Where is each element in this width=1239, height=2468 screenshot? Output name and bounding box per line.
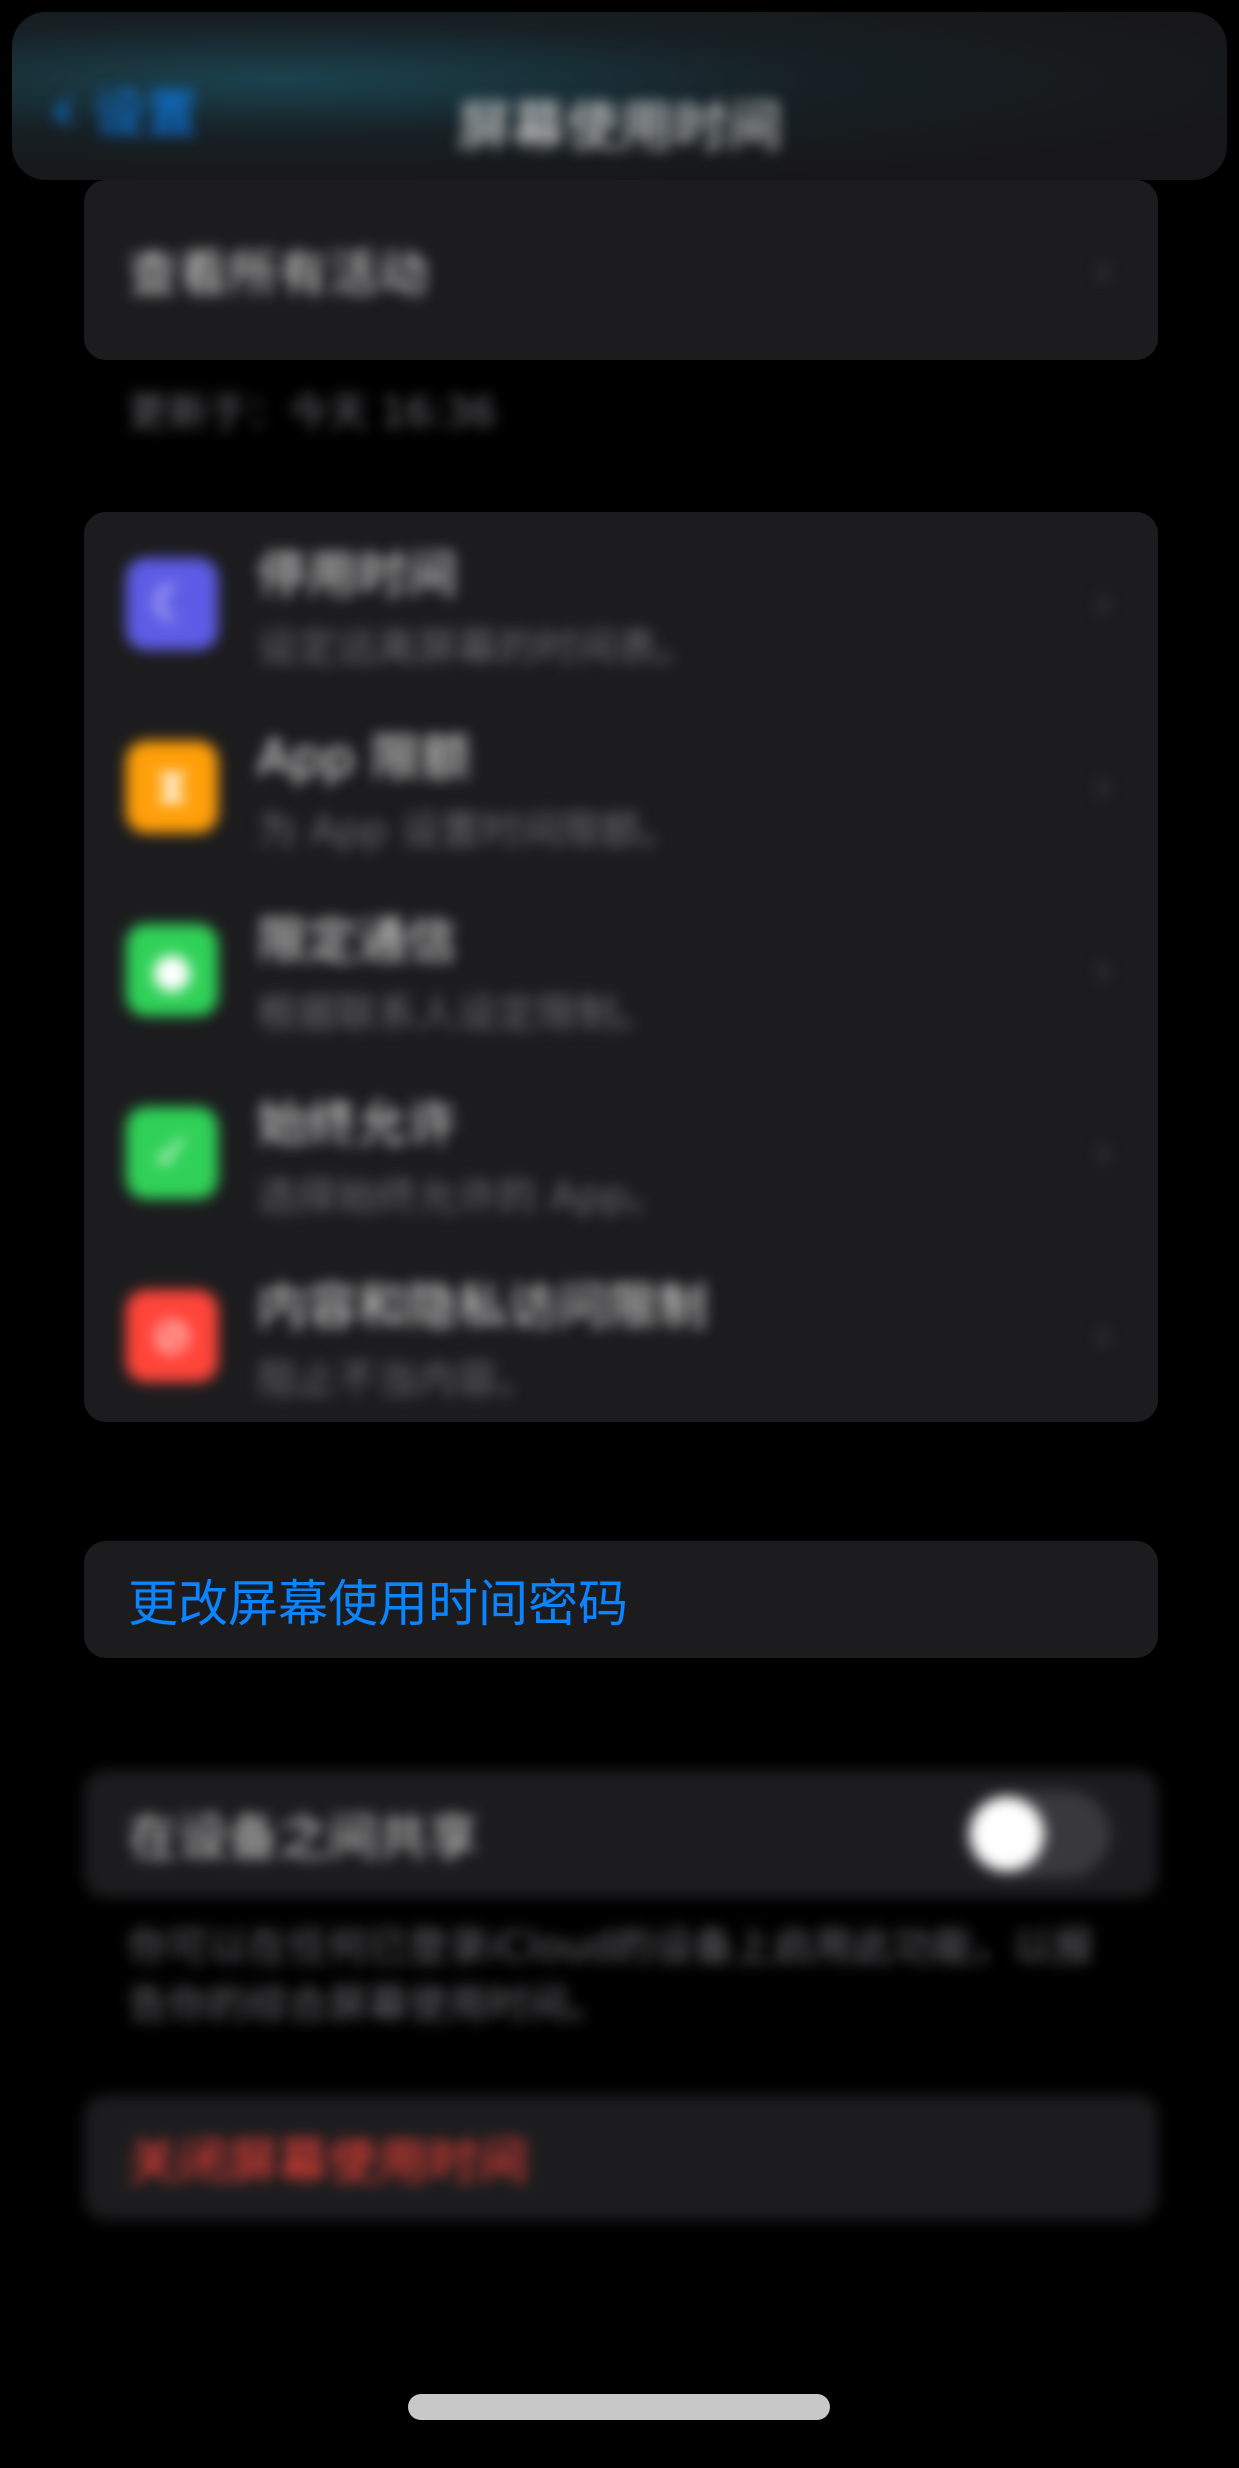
chevron-right-icon: › [1094,944,1112,995]
no-entry-icon: ⊘ [126,1289,218,1382]
always-allowed-title: 始终允许 [257,1094,457,1153]
communication-limits-row[interactable]: ● 限定通信 根据联系人设定限制。 › [84,878,1158,1061]
turn-off-card: 关闭屏幕使用时间 [84,2095,1158,2220]
share-toggle[interactable] [964,1791,1110,1877]
share-card: 在设备之间共享 [84,1770,1158,1898]
turn-off-label: 关闭屏幕使用时间 [128,2132,528,2191]
downtime-row[interactable]: ☾ 停用时间 设定远离屏幕的时间表。 › [84,512,1158,695]
turn-off-screen-time-button[interactable]: 关闭屏幕使用时间 [84,2095,1158,2220]
home-indicator [408,2394,830,2420]
chevron-right-icon: › [1094,1127,1112,1178]
chevron-right-icon: › [1094,1310,1112,1361]
view-all-activity-label: 查看所有活动 [128,245,428,303]
page-title: 屏幕使用时间 [457,95,782,158]
limits-card: ☾ 停用时间 设定远离屏幕的时间表。 › ⧗ App 限额 为 App 设置时间… [84,512,1158,1422]
content-privacy-row[interactable]: ⊘ 内容和隐私访问限制 阻止不当内容。 › [84,1244,1158,1422]
navigation-bar: ‹ 设置 屏幕使用时间 [12,12,1227,180]
content-privacy-subtitle: 阻止不当内容。 [257,1356,537,1403]
app-limits-title: App 限额 [257,728,471,787]
communication-limits-subtitle: 根据联系人设定限制。 [257,990,657,1037]
downtime-icon: ☾ [126,557,218,650]
hourglass-icon: ⧗ [126,740,218,833]
toggle-knob [970,1797,1044,1871]
content-privacy-title: 内容和隐私访问限制 [257,1277,707,1336]
share-across-devices-row: 在设备之间共享 [84,1770,1158,1898]
communication-limits-title: 限定通信 [257,911,457,970]
app-limits-subtitle: 为 App 设置时间限额。 [257,807,681,854]
activity-updated-note: 更新于：今天 16:36 [128,390,496,436]
chevron-right-icon: › [1094,244,1112,296]
share-across-devices-label: 在设备之间共享 [128,1809,478,1867]
share-footnote: 你可以在任何已登录iCloud的设备上启用此功能，以报告你的综合屏幕使用时间。 [128,1924,1094,2028]
chevron-right-icon: › [1094,761,1112,812]
downtime-title: 停用时间 [257,545,457,604]
change-passcode-label: 更改屏幕使用时间密码 [128,1574,628,1633]
downtime-subtitle: 设定远离屏幕的时间表。 [257,624,697,671]
always-allowed-row[interactable]: ✓ 始终允许 选择始终允许的 App。 › [84,1061,1158,1244]
checkmark-icon: ✓ [126,1106,218,1199]
activity-card: 查看所有活动 › [84,180,1158,360]
chevron-right-icon: › [1094,578,1112,629]
passcode-card: 更改屏幕使用时间密码 [84,1541,1158,1658]
always-allowed-subtitle: 选择始终允许的 App。 [257,1173,668,1220]
person-icon: ● [126,923,218,1016]
app-limits-row[interactable]: ⧗ App 限额 为 App 设置时间限额。 › [84,695,1158,878]
change-passcode-button[interactable]: 更改屏幕使用时间密码 [84,1541,1158,1658]
view-all-activity-row[interactable]: 查看所有活动 › [84,180,1158,360]
